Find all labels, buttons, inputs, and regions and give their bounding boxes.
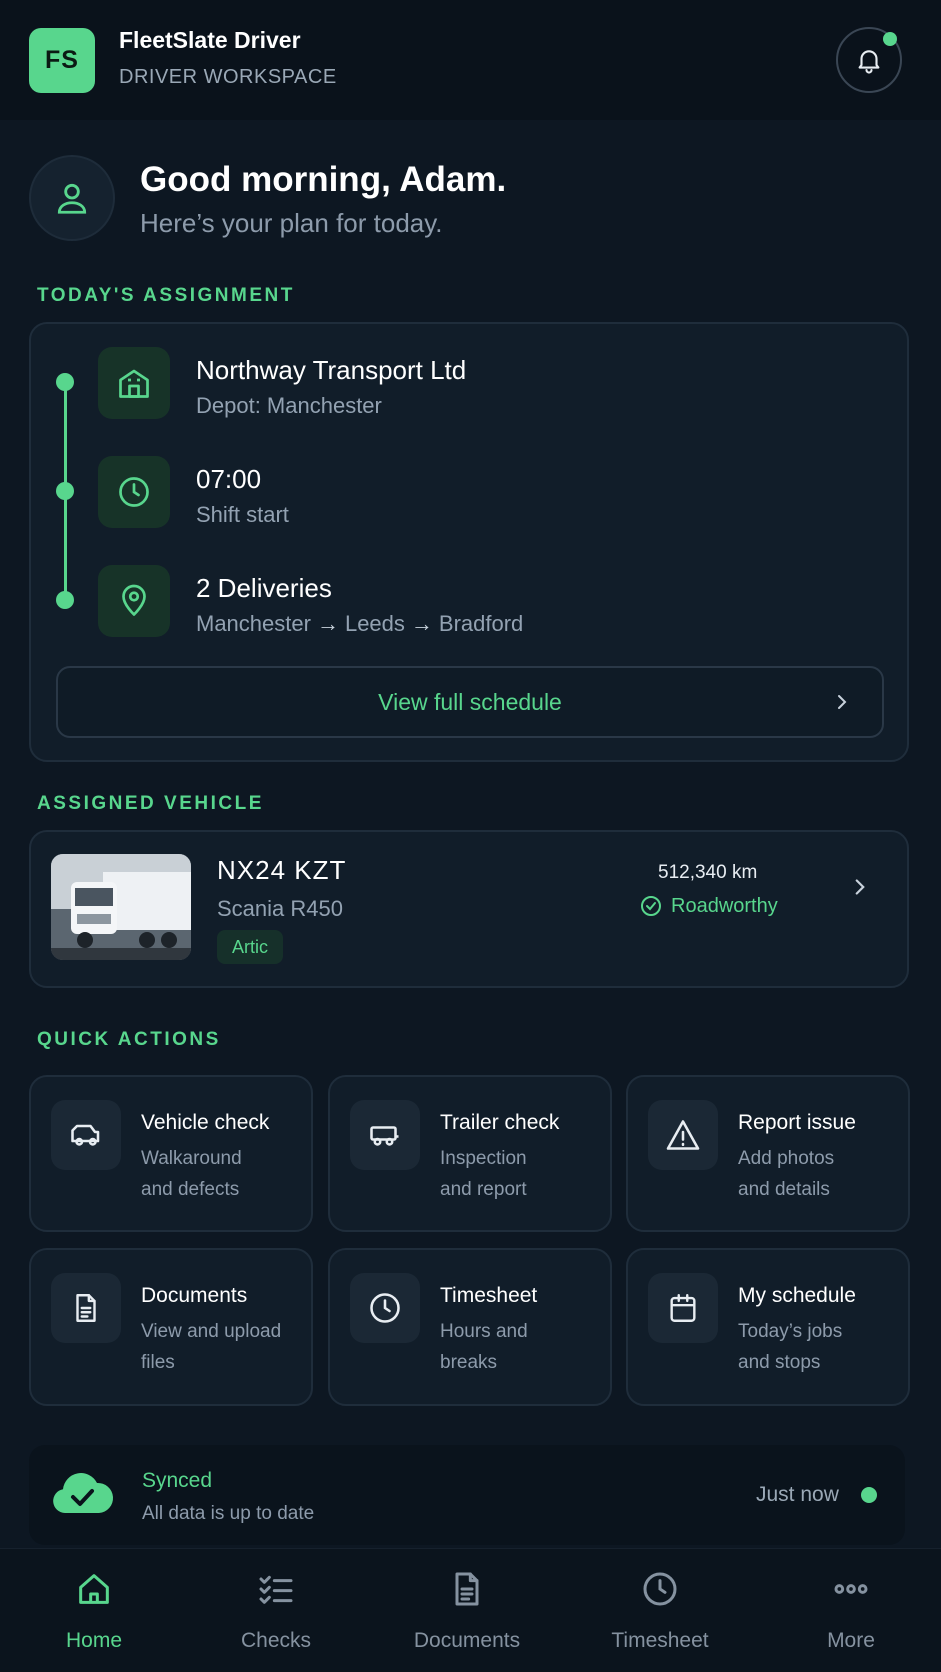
action-title: Documents: [141, 1284, 248, 1307]
arrow-right-icon: →: [410, 611, 433, 636]
action-title: My schedule: [738, 1284, 856, 1307]
vehicle-section-title: ASSIGNED VEHICLE: [37, 793, 264, 814]
nav-label: Home: [65, 1629, 123, 1652]
check-circle-icon: [641, 896, 661, 916]
nav-label: Documents: [413, 1629, 521, 1652]
timeline-dot: [56, 591, 74, 609]
assignment-company-icon-box: [98, 347, 170, 419]
view-schedule-button[interactable]: View full schedule: [56, 666, 884, 738]
vehicle-check-action[interactable]: Vehicle check Walkaround and defects: [29, 1075, 313, 1232]
quick-actions-section-title: QUICK ACTIONS: [37, 1029, 221, 1050]
nav-timesheet[interactable]: Timesheet: [566, 1549, 754, 1672]
vehicle-model: Scania R450: [217, 896, 343, 921]
nav-home[interactable]: Home: [0, 1549, 188, 1672]
route-stop: Leeds: [344, 611, 405, 636]
more-icon: [834, 1584, 868, 1594]
action-title: Vehicle check: [141, 1111, 270, 1134]
vehicle-photo: [51, 854, 191, 960]
vehicle-status: Roadworthy: [639, 894, 778, 918]
vehicle-status-label: Roadworthy: [671, 894, 778, 917]
documents-action[interactable]: Documents View and upload files: [29, 1248, 313, 1406]
route-stop: Bradford: [438, 611, 524, 636]
action-subtitle: Add photos and details: [738, 1148, 835, 1200]
trailer-check-action[interactable]: Trailer check Inspection and report: [328, 1075, 612, 1232]
van-icon: [71, 1124, 100, 1146]
document-icon: [76, 1294, 96, 1322]
assignment-section-title: TODAY'S ASSIGNMENT: [37, 285, 295, 306]
assignment-shift-icon-box: [98, 456, 170, 528]
nav-documents[interactable]: Documents: [373, 1549, 561, 1672]
document-icon: [455, 1572, 479, 1606]
greeting-subtitle: Here’s your plan for today.: [140, 208, 443, 238]
assignment-deliveries-icon-box: [98, 565, 170, 637]
bottom-navigation: Home Checks Documents Timesheet More: [0, 1548, 941, 1672]
action-title: Trailer check: [440, 1111, 560, 1134]
checklist-icon: [259, 1575, 293, 1604]
top-bar: FS FleetSlate Driver DRIVER WORKSPACE: [0, 0, 941, 120]
view-schedule-label: View full schedule: [378, 688, 562, 715]
shift-start-time: 07:00: [196, 464, 262, 494]
trailer-icon: [370, 1126, 399, 1146]
vehicle-odometer: 512,340 km: [658, 862, 758, 883]
home-icon: [79, 1574, 109, 1604]
action-subtitle: Hours and breaks: [440, 1321, 528, 1373]
clock-icon: [370, 1293, 400, 1323]
my-schedule-action[interactable]: My schedule Today’s jobs and stops: [626, 1248, 910, 1406]
shift-start-label: Shift start: [196, 502, 289, 527]
delivery-route: Manchester → Leeds → Bradford: [196, 611, 523, 637]
timeline-dot: [56, 482, 74, 500]
cloud-check-icon: [53, 1473, 114, 1513]
timesheet-action[interactable]: Timesheet Hours and breaks: [328, 1248, 612, 1406]
profile-avatar[interactable]: [29, 155, 115, 241]
sync-status-bar: Synced All data is up to date Just now: [29, 1445, 905, 1545]
chevron-right-icon: [838, 695, 847, 709]
action-subtitle: Inspection and report: [440, 1148, 527, 1200]
action-subtitle: Today’s jobs and stops: [738, 1321, 843, 1373]
action-icon-box: [350, 1273, 420, 1343]
vehicle-type-tag: Artic: [217, 930, 283, 964]
location-pin-icon: [122, 584, 146, 616]
clock-icon: [643, 1572, 677, 1606]
nav-label: More: [827, 1629, 875, 1652]
chevron-right-icon: [855, 879, 865, 895]
app-logo: FS: [29, 28, 95, 93]
user-icon: [57, 183, 87, 214]
action-title: Timesheet: [440, 1284, 538, 1307]
sync-indicator-dot: [861, 1487, 877, 1503]
notification-dot: [883, 32, 897, 46]
nav-label: Checks: [240, 1629, 312, 1652]
sync-subtitle: All data is up to date: [142, 1503, 315, 1524]
arrow-right-icon: →: [316, 611, 339, 636]
action-icon-box: [648, 1273, 718, 1343]
app-subtitle: DRIVER WORKSPACE: [119, 66, 337, 88]
company-name: Northway Transport Ltd: [196, 355, 467, 385]
depot-location: Depot: Manchester: [196, 393, 382, 418]
building-icon: [119, 369, 149, 398]
vehicle-plate: NX24 KZT: [217, 855, 347, 885]
app-name: FleetSlate Driver: [119, 27, 301, 53]
sync-title: Synced: [142, 1469, 213, 1492]
clock-icon: [119, 477, 149, 507]
action-icon-box: [51, 1100, 121, 1170]
timeline-dot: [56, 373, 74, 391]
report-issue-action[interactable]: Report issue Add photos and details: [626, 1075, 910, 1232]
action-icon-box: [51, 1273, 121, 1343]
action-icon-box: [648, 1100, 718, 1170]
nav-label: Timesheet: [611, 1629, 709, 1652]
sync-time: Just now: [756, 1483, 839, 1506]
action-title: Report issue: [738, 1111, 856, 1134]
action-subtitle: Walkaround and defects: [141, 1148, 242, 1200]
calendar-icon: [670, 1294, 696, 1322]
bell-icon: [858, 50, 880, 74]
action-subtitle: View and upload files: [141, 1321, 282, 1373]
deliveries-count: 2 Deliveries: [196, 573, 332, 603]
action-icon-box: [350, 1100, 420, 1170]
nav-more[interactable]: More: [757, 1549, 941, 1672]
warning-icon: [666, 1120, 700, 1150]
greeting-title: Good morning, Adam.: [140, 160, 507, 199]
nav-checks[interactable]: Checks: [182, 1549, 370, 1672]
route-stop: Manchester: [196, 611, 311, 636]
